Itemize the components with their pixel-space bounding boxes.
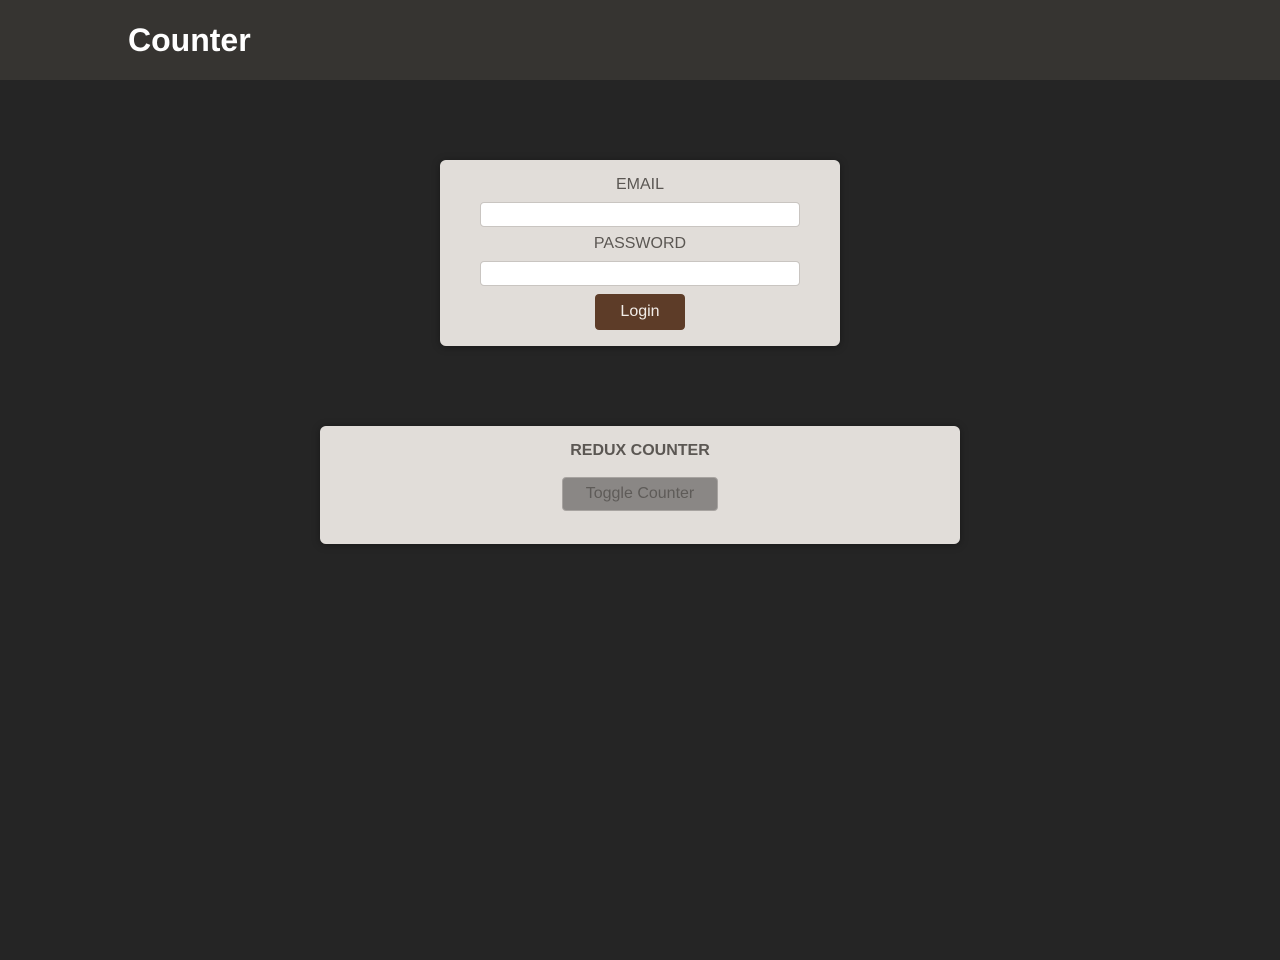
toggle-counter-button[interactable]: Toggle Counter xyxy=(562,477,718,511)
counter-title: REDUX COUNTER xyxy=(570,442,710,459)
email-input[interactable] xyxy=(480,202,800,227)
password-input[interactable] xyxy=(480,261,800,286)
email-label: EMAIL xyxy=(615,176,664,193)
login-button[interactable]: Login xyxy=(595,294,685,330)
password-label: PASSWORD xyxy=(593,235,687,252)
login-card: EMAIL PASSWORD Login xyxy=(440,160,840,346)
counter-card: REDUX COUNTER Toggle Counter xyxy=(320,426,960,544)
app-header: Counter xyxy=(0,0,1280,80)
app-title: Counter xyxy=(128,22,251,58)
